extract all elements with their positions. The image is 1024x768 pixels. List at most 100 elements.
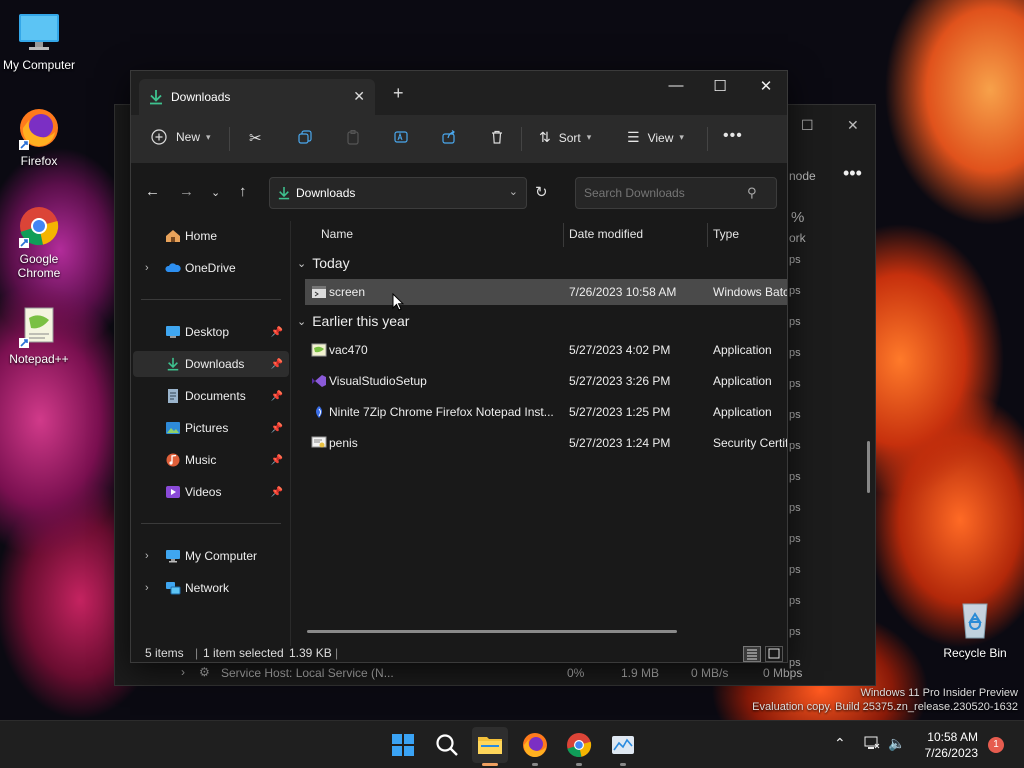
details-view-button[interactable] [743, 646, 761, 662]
new-button[interactable]: New ▾ [151, 129, 211, 145]
close-icon[interactable]: ✕ [751, 77, 781, 95]
notification-badge[interactable]: 1 [988, 737, 1004, 753]
desktop-icon-notepad-plus-plus[interactable]: Notepad++ [0, 304, 78, 366]
group-header-today[interactable]: ⌄ Today [297, 255, 350, 271]
pin-icon[interactable]: 📌 [271, 391, 283, 402]
back-arrow-icon[interactable]: ← [145, 183, 160, 200]
status-separator: | [335, 646, 339, 660]
nav-item-my-computer[interactable]: › My Computer [133, 543, 289, 569]
desktop-icon-label: Notepad++ [9, 352, 69, 366]
chevron-down-icon: ▾ [586, 132, 592, 142]
file-date: 7/26/2023 10:58 AM [569, 285, 677, 299]
horizontal-scrollbar[interactable] [307, 630, 677, 633]
nav-item-documents[interactable]: Documents 📌 [133, 383, 289, 409]
minimize-icon[interactable]: — [661, 77, 691, 94]
sort-button[interactable]: ⇅ Sort ▾ [539, 129, 591, 146]
expand-chevron-icon[interactable]: › [181, 665, 185, 679]
column-header-type[interactable]: Type [713, 227, 739, 241]
pin-icon[interactable]: 📌 [271, 327, 283, 338]
nav-item-music[interactable]: Music 📌 [133, 447, 289, 473]
network-cell: ps [789, 595, 801, 607]
process-row[interactable]: › ⚙ Service Host: Local Service (N... 0%… [115, 663, 875, 685]
desktop-icon-chrome[interactable]: Google Chrome [0, 204, 78, 280]
title-bar[interactable]: Downloads ✕ + — ☐ ✕ [131, 71, 787, 115]
search-icon[interactable] [433, 731, 461, 759]
nav-item-desktop[interactable]: Desktop 📌 [133, 319, 289, 345]
paste-icon[interactable] [345, 129, 361, 145]
refresh-icon[interactable]: ↻ [535, 183, 548, 201]
recent-chevron-icon[interactable]: ⌄ [211, 186, 220, 199]
new-tab-icon[interactable]: + [393, 83, 404, 104]
copy-icon[interactable] [297, 129, 313, 145]
cut-icon[interactable]: ✂ [249, 129, 262, 147]
more-options-icon[interactable]: ••• [723, 127, 743, 145]
chevron-right-icon[interactable]: › [145, 550, 149, 562]
system-clock[interactable]: 10:58 AM 7/26/2023 [920, 729, 978, 761]
pin-icon[interactable]: 📌 [271, 487, 283, 498]
forward-arrow-icon[interactable]: → [179, 183, 194, 200]
address-bar[interactable]: Downloads ⌄ [269, 177, 527, 209]
nav-item-downloads[interactable]: Downloads 📌 [133, 351, 289, 377]
status-selected: 1 item selected [203, 646, 284, 660]
more-icon[interactable]: ••• [843, 163, 862, 184]
search-icon[interactable]: ⚲ [747, 185, 757, 201]
network-percent-label: % [791, 209, 805, 226]
maximize-icon[interactable]: ☐ [801, 117, 814, 134]
picture-icon [166, 422, 180, 434]
column-header-name[interactable]: Name [321, 227, 353, 241]
nav-item-network[interactable]: › Network [133, 575, 289, 601]
column-header-date[interactable]: Date modified [569, 227, 643, 241]
file-row[interactable]: VisualStudioSetup 5/27/2023 3:26 PM Appl… [305, 368, 787, 394]
close-icon[interactable]: ✕ [847, 117, 859, 134]
monitor-icon [166, 550, 180, 563]
nav-item-home[interactable]: Home [133, 223, 289, 249]
nav-item-videos[interactable]: Videos 📌 [133, 479, 289, 505]
share-icon[interactable] [441, 129, 457, 145]
chevron-right-icon[interactable]: › [145, 582, 149, 594]
task-manager-icon[interactable] [609, 731, 637, 759]
network-cell: ps [789, 626, 801, 638]
file-row[interactable]: screen 7/26/2023 10:58 AM Windows Batc [305, 279, 787, 305]
maximize-icon[interactable]: ☐ [705, 77, 735, 95]
file-row[interactable]: Ninite 7Zip Chrome Firefox Notepad Inst.… [305, 399, 787, 425]
tab-downloads[interactable]: Downloads ✕ [139, 79, 375, 115]
firefox-icon[interactable] [521, 731, 549, 759]
taskbar-file-explorer[interactable] [472, 727, 508, 763]
file-explorer-window[interactable]: Downloads ✕ + — ☐ ✕ New ▾ ✂ ⇅ Sort ▾ ☰ V… [130, 70, 788, 663]
view-button[interactable]: ☰ View ▾ [627, 129, 684, 146]
visual-studio-icon [312, 375, 326, 387]
desktop-icon-label: My Computer [2, 58, 76, 72]
os-watermark: Windows 11 Pro Insider Preview Evaluatio… [752, 686, 1018, 714]
up-arrow-icon[interactable]: ↑ [239, 183, 247, 200]
show-hidden-icons-chevron-icon[interactable]: ⌃ [834, 735, 846, 752]
column-separator[interactable] [563, 223, 564, 247]
desktop-icon-firefox[interactable]: Firefox [0, 106, 78, 168]
nav-item-onedrive[interactable]: › OneDrive [133, 255, 289, 281]
vertical-scrollbar[interactable] [867, 441, 870, 493]
file-row[interactable]: penis 5/27/2023 1:24 PM Security Certifi [305, 430, 787, 456]
desktop-icon-my-computer[interactable]: My Computer [0, 10, 78, 72]
process-memory: 1.9 MB [621, 666, 660, 680]
running-app-indicator [620, 763, 626, 766]
network-status-icon[interactable] [864, 735, 880, 751]
chrome-icon[interactable] [565, 731, 593, 759]
notepad-plus-plus-icon [17, 304, 61, 348]
column-separator[interactable] [707, 223, 708, 247]
active-app-indicator [482, 763, 498, 766]
nav-item-pictures[interactable]: Pictures 📌 [133, 415, 289, 441]
desktop-icon-recycle-bin[interactable]: Recycle Bin [936, 598, 1014, 660]
volume-icon[interactable]: 🔈 [888, 735, 905, 752]
delete-icon[interactable] [489, 129, 505, 145]
file-name: penis [329, 436, 358, 450]
group-header-earlier-this-year[interactable]: ⌄ Earlier this year [297, 313, 409, 329]
pin-icon[interactable]: 📌 [271, 359, 283, 370]
chevron-right-icon[interactable]: › [145, 262, 149, 274]
chevron-down-icon[interactable]: ⌄ [509, 185, 518, 198]
start-windows-icon[interactable] [389, 731, 417, 759]
tab-close-icon[interactable]: ✕ [353, 88, 365, 105]
pin-icon[interactable]: 📌 [271, 455, 283, 466]
rename-icon[interactable] [393, 129, 409, 145]
file-row[interactable]: vac470 5/27/2023 4:02 PM Application [305, 337, 787, 363]
pin-icon[interactable]: 📌 [271, 423, 283, 434]
tiles-view-button[interactable] [765, 646, 783, 662]
